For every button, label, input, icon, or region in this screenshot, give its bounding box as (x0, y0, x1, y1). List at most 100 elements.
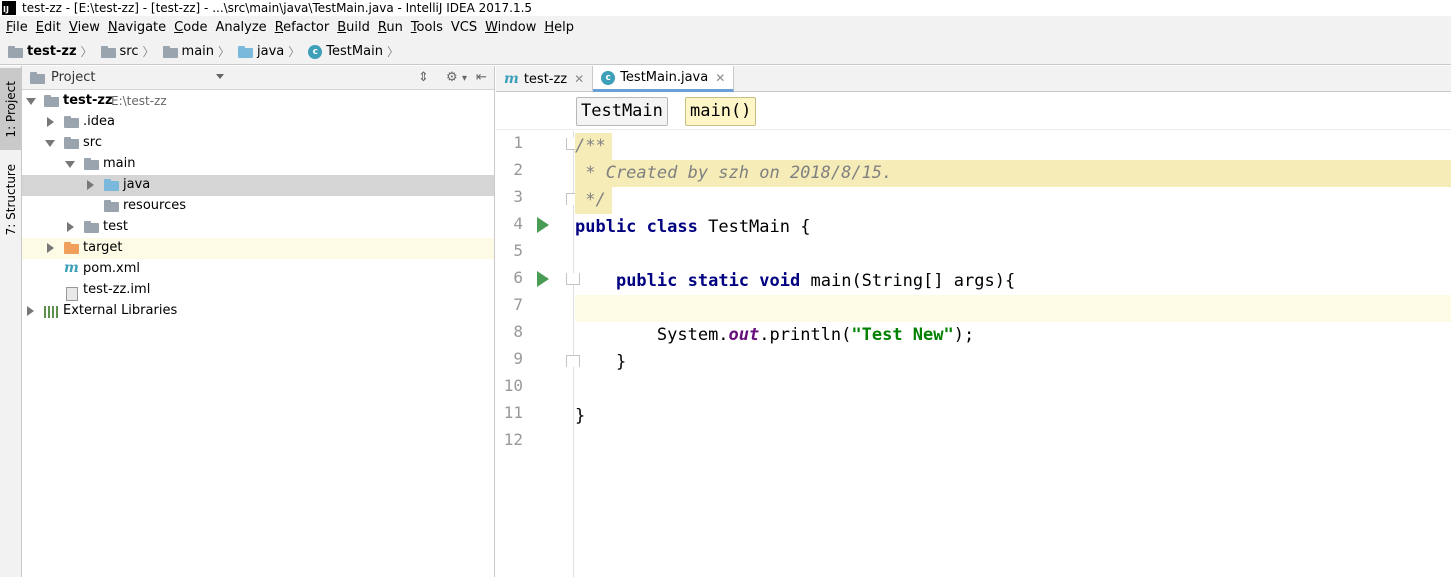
code-line-6: public static void main(String[] args){ (615, 271, 1016, 291)
menu-code[interactable]: Code (170, 17, 211, 39)
folder-icon (84, 158, 99, 170)
intellij-app-icon: IJ (2, 1, 16, 15)
code-editor[interactable]: /** * Created by szh on 2018/8/15. */ pu… (575, 131, 1451, 577)
tree-node-label: src (83, 135, 102, 150)
expand-arrow-icon[interactable] (65, 161, 75, 168)
code-line-8: System.out.println("Test New"); (656, 325, 975, 345)
tree-node-main[interactable]: main (22, 154, 494, 175)
tree-node-external-libraries[interactable]: External Libraries (22, 301, 494, 322)
folder-icon (100, 45, 116, 58)
tree-node-test[interactable]: test (22, 217, 494, 238)
breadcrumb-project[interactable]: test-zz 〉 (8, 43, 99, 60)
menu-tools[interactable]: Tools (407, 17, 447, 39)
line-number: 4 (513, 214, 523, 233)
editor-gutter[interactable]: 1 2 3 4 5 6 7 8 9 10 11 12 (496, 131, 580, 577)
tree-node-label: test-zz (63, 93, 113, 108)
tree-node-label: External Libraries (63, 303, 178, 318)
module-folder-icon (8, 45, 23, 58)
project-panel-header: Project ⇕ ⚙ ▾ ⇤ (22, 66, 494, 90)
code-crumb-class[interactable]: TestMain (576, 97, 668, 126)
collapse-arrow-icon[interactable] (47, 117, 54, 127)
tree-node-target[interactable]: target (22, 238, 494, 259)
collapse-arrow-icon[interactable] (67, 222, 74, 232)
tree-node-root[interactable]: test-zz E:\test-zz (22, 91, 494, 112)
breadcrumb-java[interactable]: java 〉 (238, 43, 306, 60)
left-tool-stripe: 1: Project 7: Structure (0, 66, 22, 577)
code-line-2: * Created by szh on 2018/8/15. (575, 160, 1451, 187)
window-titlebar: IJ test-zz - [E:\test-zz] - [test-zz] - … (0, 0, 1451, 16)
menu-bar: File Edit View Navigate Code Analyze Ref… (0, 16, 1451, 39)
java-class-icon: c (601, 70, 616, 85)
tool-tab-project[interactable]: 1: Project (0, 68, 21, 150)
tree-node-idea[interactable]: .idea (22, 112, 494, 133)
folder-icon (84, 221, 99, 233)
menu-edit[interactable]: Edit (32, 17, 65, 39)
collapse-arrow-icon[interactable] (27, 306, 34, 316)
tree-node-src[interactable]: src (22, 133, 494, 154)
line-number: 8 (513, 322, 523, 341)
line-number: 7 (513, 295, 523, 314)
code-line-3: */ (575, 187, 612, 214)
run-class-icon[interactable] (537, 217, 549, 233)
close-icon[interactable]: ✕ (715, 71, 725, 85)
expand-arrow-icon[interactable] (26, 98, 36, 105)
collapse-arrow-icon[interactable] (87, 180, 94, 190)
menu-build[interactable]: Build (333, 17, 374, 39)
menu-vcs[interactable]: VCS (447, 17, 481, 39)
code-crumb-method[interactable]: main() (685, 97, 757, 126)
menu-run[interactable]: Run (374, 17, 407, 39)
chevron-right-icon: 〉 (386, 45, 399, 59)
run-main-icon[interactable] (537, 271, 549, 287)
gear-dropdown-icon[interactable]: ▾ (462, 73, 467, 84)
code-line-1: /** (575, 133, 612, 160)
tree-node-pom[interactable]: m pom.xml (22, 259, 494, 280)
folder-icon (64, 137, 79, 149)
maven-file-icon: m (64, 260, 79, 276)
breadcrumb-src[interactable]: src 〉 (100, 43, 161, 60)
menu-file[interactable]: File (2, 17, 32, 39)
menu-navigate[interactable]: Navigate (104, 17, 170, 39)
project-tool-window: Project ⇕ ⚙ ▾ ⇤ test-zz E:\test-zz .idea… (22, 66, 495, 577)
code-line-7-caret (575, 295, 1451, 322)
code-line-11: } (575, 406, 586, 426)
hide-panel-icon[interactable]: ⇤ (476, 70, 487, 85)
tool-tab-structure[interactable]: 7: Structure (0, 156, 21, 244)
line-number: 3 (513, 187, 523, 206)
project-view-selector[interactable]: Project (51, 70, 95, 85)
library-icon (44, 306, 58, 318)
maven-file-icon: m (504, 71, 519, 87)
tree-node-label: java (123, 177, 151, 192)
collapse-all-icon[interactable]: ⇕ (418, 70, 429, 85)
chevron-down-icon[interactable] (216, 74, 224, 79)
tree-node-iml[interactable]: test-zz.iml (22, 280, 494, 301)
gear-icon[interactable]: ⚙ (446, 70, 458, 85)
tab-pom-test-zz[interactable]: m test-zz ✕ (496, 66, 594, 92)
module-file-icon (66, 286, 78, 301)
tree-node-label: .idea (83, 114, 115, 129)
tree-node-path: E:\test-zz (111, 94, 167, 108)
source-folder-icon (238, 45, 254, 58)
code-line-9: } (615, 352, 627, 372)
close-icon[interactable]: ✕ (574, 72, 584, 86)
menu-view[interactable]: View (65, 17, 104, 39)
menu-analyze[interactable]: Analyze (211, 17, 270, 39)
menu-window[interactable]: Window (481, 17, 540, 39)
tree-node-label: main (103, 156, 136, 171)
module-folder-icon (44, 95, 59, 107)
tree-node-label: test-zz.iml (83, 282, 151, 297)
expand-arrow-icon[interactable] (45, 140, 55, 147)
menu-refactor[interactable]: Refactor (271, 17, 334, 39)
tree-node-resources[interactable]: resources (22, 196, 494, 217)
tab-testmain-java[interactable]: c TestMain.java ✕ (593, 66, 735, 92)
menu-help[interactable]: Help (540, 17, 578, 39)
tab-label: test-zz (523, 71, 568, 87)
resources-folder-icon (104, 200, 119, 212)
tree-node-java[interactable]: java (22, 175, 494, 196)
breadcrumb-testmain[interactable]: c TestMain 〉 (308, 43, 405, 60)
breadcrumb-main[interactable]: main 〉 (162, 43, 237, 60)
collapse-arrow-icon[interactable] (47, 243, 54, 253)
tree-node-label: test (103, 219, 128, 234)
